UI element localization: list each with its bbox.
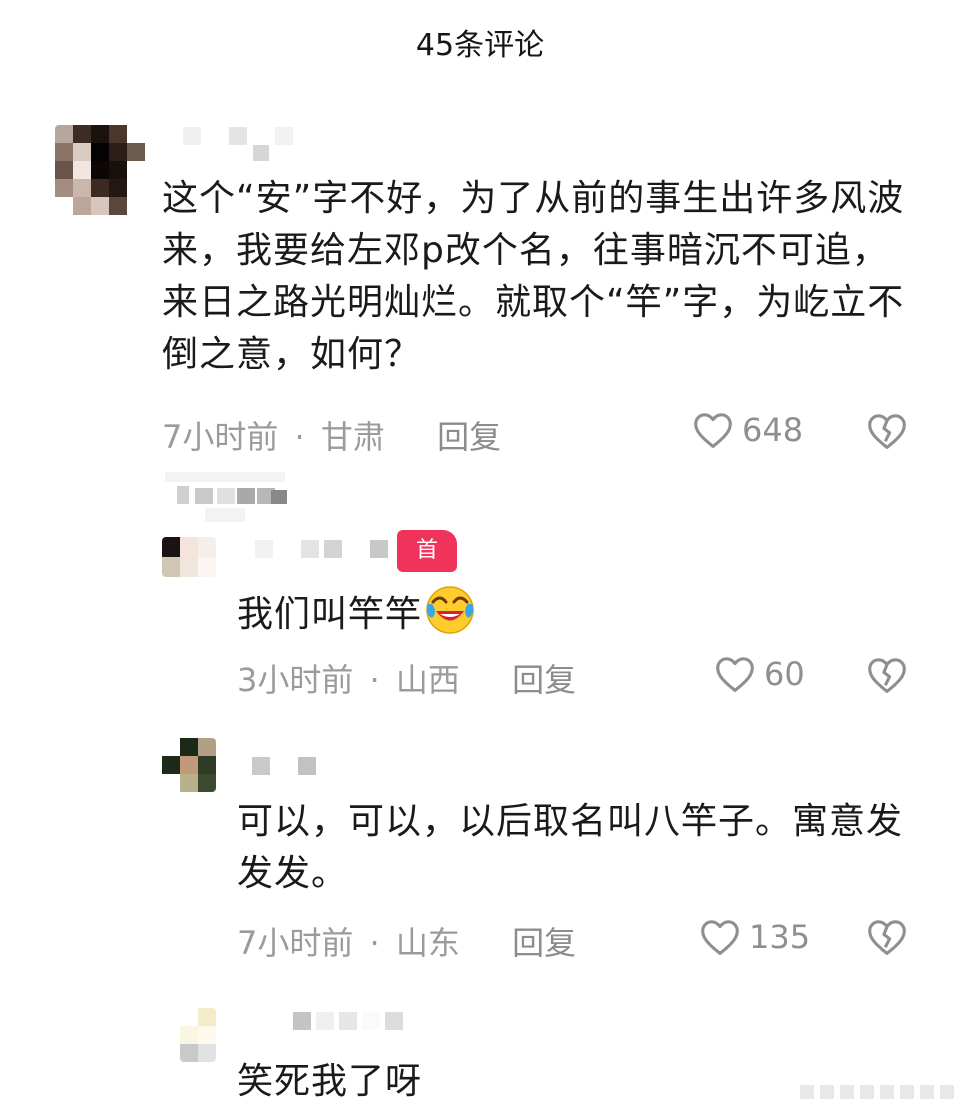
crying-laughing-emoji — [426, 586, 474, 634]
comment-text: 这个“安”字不好，为了从前的事生出许多风波来，我要给左邓p改个名，往事暗沉不可追… — [162, 178, 905, 375]
like-button[interactable]: 135 — [699, 918, 810, 956]
comment-meta: 7小时前 · 甘肃 回复 — [162, 412, 501, 458]
heart-outline-icon — [694, 413, 732, 448]
avatar[interactable] — [162, 537, 216, 577]
comment-text: 可以，可以，以后取名叫八竿子。寓意发发发。 — [237, 801, 904, 894]
avatar[interactable] — [180, 1008, 216, 1062]
separator-dot: · — [294, 418, 305, 456]
comment-time: 3小时前 — [237, 661, 354, 699]
broken-heart-icon[interactable] — [866, 918, 908, 956]
comment-text: 我们叫竿竿 — [237, 584, 927, 641]
separator-dot: · — [369, 924, 380, 962]
like-count: 135 — [749, 918, 811, 956]
username-mosaic-block — [253, 145, 269, 161]
author-badge: 首 — [397, 530, 457, 572]
like-count: 60 — [764, 655, 805, 693]
comment-time: 7小时前 — [162, 418, 279, 456]
broken-heart-icon[interactable] — [866, 656, 908, 694]
like-button[interactable]: 648 — [692, 411, 803, 449]
comment-location: 山西 — [395, 661, 460, 699]
broken-heart-icon[interactable] — [866, 412, 908, 450]
avatar[interactable] — [55, 125, 145, 215]
heart-outline-icon — [701, 920, 739, 955]
reply-button[interactable]: 回复 — [512, 661, 576, 699]
comment-location: 山东 — [395, 924, 460, 962]
comment-location: 甘肃 — [320, 418, 385, 456]
comment-meta: 7小时前 · 山东 回复 — [237, 918, 576, 964]
separator-dot: · — [369, 661, 380, 699]
reply-author-mosaic — [165, 472, 290, 522]
username-mosaic[interactable] — [252, 757, 321, 775]
watermark — [800, 1085, 960, 1099]
reply-button[interactable]: 回复 — [437, 418, 501, 456]
heart-outline-icon — [716, 657, 754, 692]
comment-time: 7小时前 — [237, 924, 354, 962]
comment-text: 笑死我了呀 — [237, 1061, 423, 1102]
comment-text-content: 我们叫竿竿 — [237, 594, 423, 635]
like-count: 648 — [742, 411, 804, 449]
username-mosaic[interactable] — [255, 540, 393, 558]
username-mosaic[interactable] — [270, 1012, 408, 1030]
like-button[interactable]: 60 — [714, 655, 805, 693]
avatar[interactable] — [162, 738, 216, 792]
reply-button[interactable]: 回复 — [512, 924, 576, 962]
comments-header-title: 45条评论 — [415, 28, 545, 63]
username-mosaic[interactable] — [183, 127, 298, 145]
comment-meta: 3小时前 · 山西 回复 — [237, 655, 576, 701]
